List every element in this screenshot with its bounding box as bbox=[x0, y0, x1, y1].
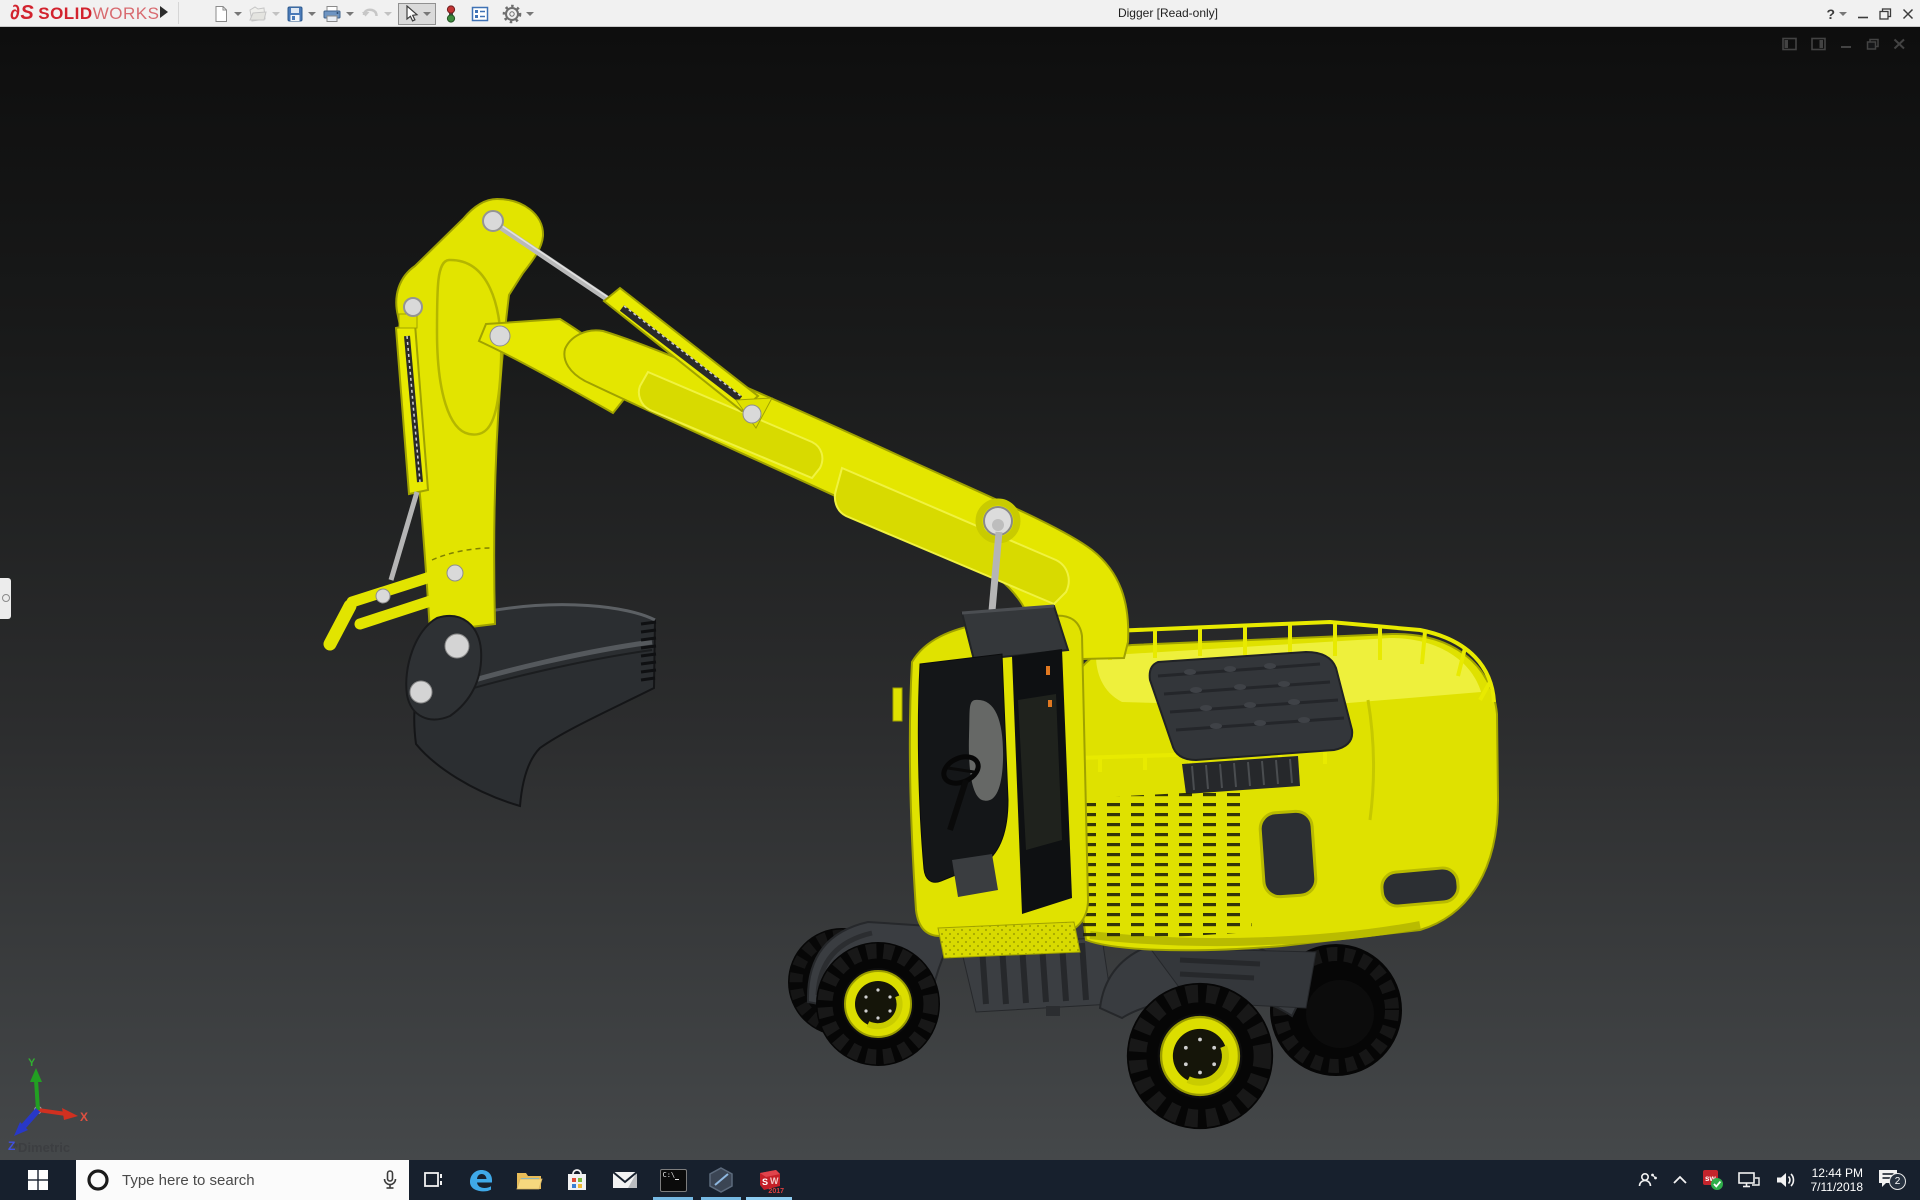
view-orientation-label: *Dimetric bbox=[13, 1140, 70, 1155]
action-center-button[interactable]: 2 bbox=[1876, 1166, 1908, 1194]
new-document-button[interactable] bbox=[212, 5, 242, 23]
start-button[interactable] bbox=[0, 1160, 76, 1200]
file-explorer-icon bbox=[515, 1168, 543, 1192]
command-prompt-button[interactable]: C:\ bbox=[649, 1160, 697, 1200]
tray-time: 12:44 PM bbox=[1811, 1166, 1864, 1180]
help-button[interactable]: ? bbox=[1826, 6, 1847, 22]
select-tool-active[interactable] bbox=[398, 3, 436, 25]
solidworks-app-icon: S W 2017 bbox=[756, 1167, 782, 1193]
rebuild-button[interactable] bbox=[444, 4, 458, 24]
options-button[interactable] bbox=[502, 4, 534, 24]
undo-button bbox=[360, 5, 392, 23]
taskbar-spacer bbox=[793, 1160, 1636, 1200]
print-icon bbox=[322, 5, 342, 23]
edge-button[interactable] bbox=[457, 1160, 505, 1200]
options-dropdown-icon[interactable] bbox=[526, 12, 534, 16]
undo-dropdown-icon bbox=[384, 12, 392, 16]
file-properties-button[interactable] bbox=[470, 5, 490, 23]
cortana-icon bbox=[86, 1168, 110, 1192]
cab bbox=[893, 606, 1088, 958]
notification-badge: 2 bbox=[1889, 1173, 1906, 1190]
taskbar-search[interactable] bbox=[76, 1160, 409, 1200]
save-floppy-icon bbox=[286, 5, 304, 23]
orientation-triad: X Y Z bbox=[8, 1057, 88, 1153]
microphone-icon[interactable] bbox=[381, 1169, 399, 1191]
mail-icon bbox=[611, 1169, 639, 1191]
tray-clock[interactable]: 12:44 PM 7/11/2018 bbox=[1811, 1166, 1864, 1194]
titlebar: ∂S SOLIDWORKS bbox=[0, 0, 1920, 27]
mail-button[interactable] bbox=[601, 1160, 649, 1200]
open-button[interactable] bbox=[248, 5, 280, 23]
tray-date: 7/11/2018 bbox=[1811, 1180, 1864, 1194]
cab-mirror bbox=[893, 688, 902, 721]
hexagon-app-icon bbox=[707, 1166, 735, 1194]
new-document-icon bbox=[212, 5, 230, 23]
upper-body bbox=[1048, 622, 1498, 950]
rear-wheel bbox=[1127, 983, 1273, 1129]
new-dropdown-icon[interactable] bbox=[234, 12, 242, 16]
store-button[interactable] bbox=[553, 1160, 601, 1200]
options-gear-icon bbox=[502, 4, 522, 24]
command-prompt-icon: C:\ bbox=[660, 1169, 687, 1192]
graphics-viewport[interactable]: X Y Z *Dimetric bbox=[0, 27, 1920, 1160]
toolbar-separator bbox=[178, 2, 179, 24]
document-title: Digger [Read-only] bbox=[1078, 6, 1258, 20]
excavator-model[interactable]: X Y Z bbox=[0, 27, 1920, 1160]
svg-text:S: S bbox=[762, 1177, 768, 1187]
titlebar-controls: ? bbox=[1826, 0, 1914, 27]
solidworks-logo: ∂S SOLIDWORKS bbox=[10, 3, 159, 24]
minimize-button[interactable] bbox=[1857, 8, 1869, 20]
solidworks-tray-icon[interactable]: sw bbox=[1702, 1169, 1724, 1191]
volume-icon[interactable] bbox=[1774, 1170, 1798, 1190]
open-folder-icon bbox=[248, 5, 268, 23]
save-button[interactable] bbox=[286, 5, 316, 23]
select-dropdown-icon[interactable] bbox=[423, 12, 431, 16]
task-view-icon bbox=[421, 1169, 445, 1191]
triad-x-label: X bbox=[80, 1110, 88, 1124]
print-dropdown-icon[interactable] bbox=[346, 12, 354, 16]
help-dropdown-icon[interactable] bbox=[1839, 12, 1847, 16]
people-icon[interactable] bbox=[1636, 1169, 1658, 1191]
select-arrow-icon bbox=[403, 5, 419, 23]
undo-icon bbox=[360, 5, 380, 23]
system-tray: sw 12:44 PM 7/11/2018 2 bbox=[1636, 1160, 1920, 1200]
solidworks-app-button[interactable]: S W 2017 bbox=[745, 1160, 793, 1200]
windows-taskbar: C:\ S W 2017 bbox=[0, 1160, 1920, 1200]
file-properties-icon bbox=[470, 5, 490, 23]
print-button[interactable] bbox=[322, 5, 354, 23]
file-explorer-button[interactable] bbox=[505, 1160, 553, 1200]
search-input[interactable] bbox=[120, 1171, 371, 1190]
open-dropdown-icon bbox=[272, 12, 280, 16]
save-dropdown-icon[interactable] bbox=[308, 12, 316, 16]
ds-logo-mark: ∂S bbox=[10, 2, 34, 25]
close-button[interactable] bbox=[1902, 8, 1914, 20]
network-icon[interactable] bbox=[1737, 1170, 1761, 1190]
standard-toolbar bbox=[212, 0, 540, 27]
show-hidden-icons-chevron[interactable] bbox=[1671, 1173, 1689, 1187]
triad-y-label: Y bbox=[28, 1057, 36, 1069]
menu-expand-arrow-icon[interactable] bbox=[160, 6, 168, 18]
front-wheel bbox=[816, 942, 940, 1066]
windows-logo-icon bbox=[27, 1169, 49, 1191]
store-icon bbox=[564, 1167, 590, 1193]
edge-icon bbox=[467, 1166, 495, 1194]
task-view-button[interactable] bbox=[409, 1160, 457, 1200]
svg-text:W: W bbox=[770, 1176, 779, 1186]
sw-year-label: 2017 bbox=[768, 1188, 784, 1195]
composer-button[interactable] bbox=[697, 1160, 745, 1200]
restore-button[interactable] bbox=[1879, 8, 1892, 20]
rebuild-traffic-light-icon bbox=[444, 4, 458, 24]
